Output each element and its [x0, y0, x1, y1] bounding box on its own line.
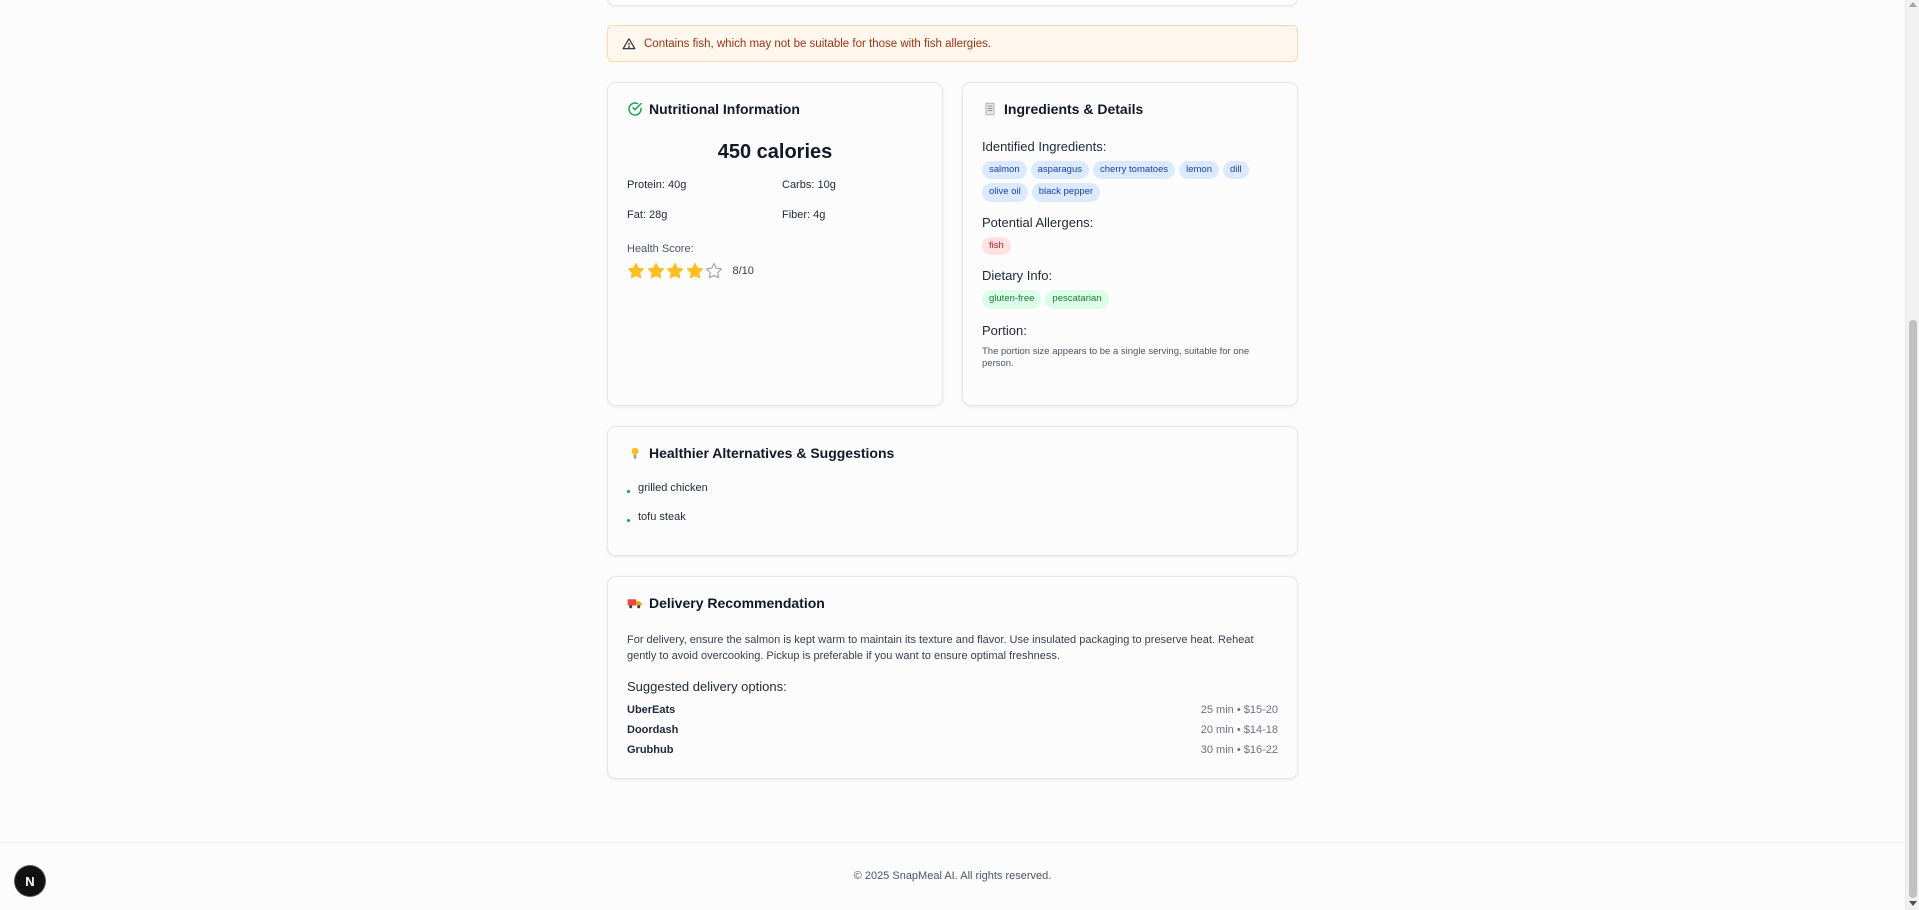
dietary-info-list: gluten-free pescatarian [982, 290, 1278, 309]
protein-value: Protein: 40g [627, 179, 687, 191]
fiber-value: Fiber: 4g [782, 209, 826, 221]
alternatives-list: grilled chicken tofu steak [627, 482, 1278, 523]
ingredients-title: Ingredients & Details [982, 101, 1278, 117]
nutrition-title-text: Nutritional Information [649, 101, 800, 117]
delivery-option-row: Grubhub 30 min • $16-22 [627, 744, 1278, 756]
alternative-label: grilled chicken [638, 482, 708, 494]
star-empty-icon [705, 262, 723, 279]
footer-copyright: © 2025 SnapMeal AI. All rights reserved. [853, 870, 1052, 882]
delivery-option-row: UberEats 25 min • $15-20 [627, 704, 1278, 716]
alternative-item: grilled chicken [627, 482, 1278, 494]
tag-chip: asparagus [1030, 161, 1089, 180]
alternative-item: tofu steak [627, 511, 1278, 523]
portion-text: The portion size appears to be a single … [982, 345, 1250, 370]
delivery-option-row: Doordash 20 min • $14-18 [627, 724, 1278, 736]
allergy-warning: Contains fish, which may not be suitable… [607, 25, 1298, 62]
fat-value: Fat: 28g [627, 209, 668, 221]
delivery-option-meta: 25 min • $15-20 [1200, 703, 1278, 716]
footer-divider [0, 842, 1905, 843]
document-icon [982, 101, 998, 117]
star-filled-icon [627, 262, 645, 279]
identified-ingredients-label: Identified Ingredients: [982, 139, 1107, 154]
lightbulb-icon [627, 445, 643, 461]
calories-value: 450 calories [717, 141, 833, 163]
nutrition-card: Nutritional Information 450 calories Pro… [607, 82, 943, 406]
delivery-option-name: Doordash [627, 723, 679, 736]
bullet-dot-icon [627, 489, 630, 493]
portion-label: Portion: [982, 322, 1027, 338]
carbs-value: Carbs: 10g [782, 179, 836, 191]
allergens-label: Potential Allergens: [982, 214, 1094, 230]
tag-chip: gluten-free [982, 290, 1042, 309]
health-score-value: 8/10 [732, 265, 754, 277]
tag-chip: salmon [982, 161, 1027, 180]
health-score-stars: 8/10 [627, 262, 923, 280]
scroll-down-arrow-icon[interactable] [1909, 901, 1917, 906]
tag-chip: cherry tomatoes [1093, 161, 1176, 180]
scrollbar-thumb[interactable] [1909, 320, 1917, 898]
tag-chip: lemon [1179, 161, 1219, 180]
dev-badge-label: N [25, 873, 35, 889]
delivery-option-name: Grubhub [627, 743, 674, 756]
warning-text: Contains fish, which may not be suitable… [644, 37, 992, 50]
tag-chip: dill [1223, 161, 1249, 180]
previous-card-edge [607, 0, 1298, 6]
nutrition-title: Nutritional Information [627, 101, 923, 117]
delivery-options-list: UberEats 25 min • $15-20 Doordash 20 min • … [627, 704, 1278, 756]
tag-chip: olive oil [982, 183, 1028, 202]
delivery-card: Delivery Recommendation For delivery, en… [607, 576, 1298, 779]
bullet-dot-icon [627, 518, 630, 522]
star-filled-icon [666, 262, 684, 279]
delivery-title-text: Delivery Recommendation [649, 595, 825, 611]
ingredients-card: Ingredients & Details Identified Ingredi… [962, 82, 1298, 406]
alternatives-title-text: Healthier Alternatives & Suggestions [649, 445, 895, 461]
dev-tools-badge[interactable]: N [15, 866, 45, 896]
macro-grid: Protein: 40g Carbs: 10g Fat: 28g Fiber: … [627, 179, 923, 221]
star-filled-icon [647, 262, 664, 279]
alternative-label: tofu steak [638, 511, 686, 523]
tag-chip: black pepper [1031, 183, 1101, 202]
dietary-info-label: Dietary Info: [982, 268, 1053, 284]
delivery-options-label: Suggested delivery options: [627, 678, 787, 694]
page: Contains fish, which may not be suitable… [0, 0, 1919, 910]
identified-ingredients-list: salmon asparagus cherry tomatoes lemon dill o… [982, 161, 1278, 202]
delivery-option-name: UberEats [627, 703, 676, 716]
delivery-option-meta: 20 min • $14-18 [1200, 723, 1278, 736]
scroll-up-arrow-icon[interactable] [1909, 2, 1917, 7]
warning-triangle-icon [622, 37, 636, 51]
star-filled-icon [686, 262, 703, 279]
tag-chip: pescatarian [1045, 290, 1109, 309]
alternatives-title: Healthier Alternatives & Suggestions [627, 445, 1278, 461]
health-score-label: Health Score: [627, 243, 694, 255]
delivery-option-meta: 30 min • $16-22 [1200, 743, 1278, 756]
page-scrollbar[interactable] [1905, 0, 1919, 910]
tag-chip: fish [982, 236, 1011, 256]
delivery-text: For delivery, ensure the salmon is kept … [627, 634, 1254, 662]
ingredients-title-text: Ingredients & Details [1004, 101, 1144, 117]
allergens-list: fish [982, 236, 1278, 256]
truck-icon [627, 595, 643, 611]
alternatives-card: Healthier Alternatives & Suggestions gri… [607, 426, 1298, 556]
delivery-title: Delivery Recommendation [627, 595, 1278, 611]
check-circle-icon [627, 101, 643, 117]
